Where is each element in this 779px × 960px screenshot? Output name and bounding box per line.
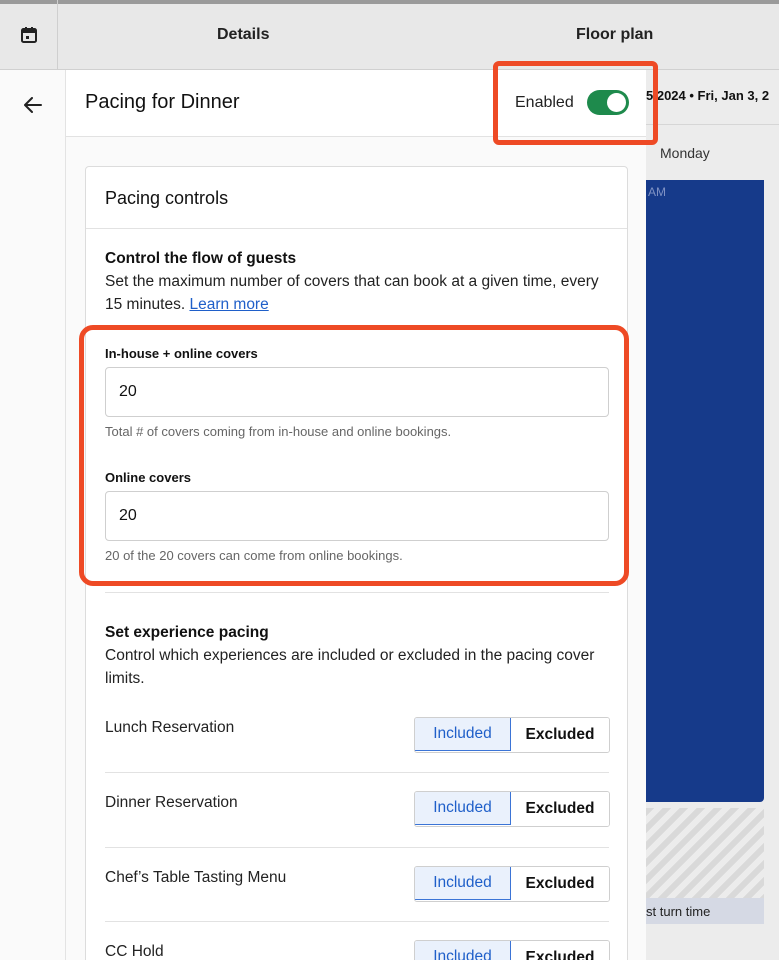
calendar-day-label: Monday <box>660 145 710 161</box>
panel-header: Pacing for Dinner Enabled <box>66 70 646 137</box>
included-button[interactable]: Included <box>415 941 511 960</box>
learn-more-link[interactable]: Learn more <box>189 296 268 313</box>
enabled-toggle[interactable] <box>587 90 629 115</box>
experience-name-lunch: Lunch Reservation <box>105 719 235 736</box>
calendar-time-label: AM <box>648 185 666 199</box>
calendar-blocked-area <box>646 808 764 898</box>
top-strip <box>0 0 779 4</box>
experience-toggle-cc-hold: Included Excluded <box>414 940 610 960</box>
tab-floor-plan[interactable]: Floor plan <box>576 26 653 44</box>
excluded-button[interactable]: Excluded <box>511 718 609 752</box>
experience-name-dinner: Dinner Reservation <box>105 794 238 811</box>
inhouse-online-covers-label: In-house + online covers <box>105 346 258 361</box>
pacing-controls-card: Pacing controls Control the flow of gues… <box>85 166 628 960</box>
arrow-left-icon <box>24 97 42 113</box>
experience-pacing-title: Set experience pacing <box>105 624 269 641</box>
section-divider <box>105 592 609 593</box>
excluded-button[interactable]: Excluded <box>511 792 609 826</box>
online-covers-help: 20 of the 20 covers can come from online… <box>105 548 403 563</box>
top-header: Details Floor plan <box>0 0 779 70</box>
excluded-button[interactable]: Excluded <box>511 941 609 960</box>
back-button[interactable] <box>20 92 46 118</box>
card-title: Pacing controls <box>105 188 229 208</box>
page-title: Pacing for Dinner <box>85 91 240 113</box>
flow-title: Control the flow of guests <box>105 250 297 267</box>
enabled-label: Enabled <box>515 94 574 111</box>
experience-toggle-dinner: Included Excluded <box>414 791 610 827</box>
back-column <box>0 70 66 960</box>
calendar-divider <box>646 124 779 125</box>
flow-description-text: Set the maximum number of covers that ca… <box>105 273 599 313</box>
pacing-panel: Pacing for Dinner Enabled Pacing control… <box>66 70 646 960</box>
calendar-icon <box>20 27 37 43</box>
included-button[interactable]: Included <box>415 867 511 900</box>
experience-toggle-chefs-table: Included Excluded <box>414 866 610 902</box>
flow-description: Set the maximum number of covers that ca… <box>105 270 615 316</box>
calendar-turn-time: st turn time <box>646 898 764 924</box>
toggle-knob <box>607 93 626 112</box>
online-covers-input[interactable] <box>105 491 609 541</box>
online-covers-label: Online covers <box>105 470 191 485</box>
experience-pacing-description: Control which experiences are included o… <box>105 647 595 687</box>
excluded-button[interactable]: Excluded <box>511 867 609 901</box>
tab-details[interactable]: Details <box>217 26 269 44</box>
row-divider <box>105 921 609 922</box>
inhouse-online-covers-input[interactable] <box>105 367 609 417</box>
inhouse-online-covers-help: Total # of covers coming from in-house a… <box>105 424 452 439</box>
included-button[interactable]: Included <box>415 792 511 825</box>
row-divider <box>105 847 609 848</box>
calendar-button[interactable] <box>0 0 58 70</box>
experience-name-chefs-table: Chef’s Table Tasting Menu <box>105 869 287 886</box>
experience-toggle-lunch: Included Excluded <box>414 717 610 753</box>
included-button[interactable]: Included <box>415 718 511 751</box>
experience-name-cc-hold: CC Hold <box>105 943 164 960</box>
calendar-shift-block[interactable] <box>646 180 764 802</box>
card-divider <box>86 228 627 229</box>
row-divider <box>105 772 609 773</box>
calendar-date-range: 5 2024 • Fri, Jan 3, 2 <box>646 88 770 103</box>
